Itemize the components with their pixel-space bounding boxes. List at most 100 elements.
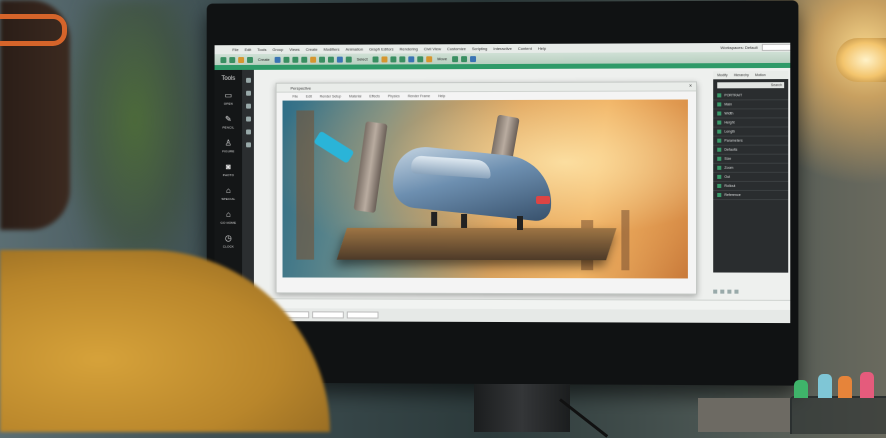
- sidebar-item-figure[interactable]: ♙ FIGURE: [215, 139, 243, 153]
- cmd-hierarchy-icon[interactable]: [246, 104, 251, 109]
- play-icon[interactable]: [720, 290, 724, 294]
- viewport-window[interactable]: Perspective × File Edit Render Setup Materi…: [276, 81, 697, 294]
- align-icon[interactable]: [346, 56, 352, 62]
- properties-rows: PORTRAIT Main Width Height Length Parameters D…: [713, 91, 788, 200]
- property-row[interactable]: Size: [713, 155, 788, 164]
- home-icon: ⌂: [226, 211, 231, 219]
- viewport-tab[interactable]: Physics: [388, 94, 400, 98]
- undo-icon[interactable]: [220, 57, 226, 63]
- end-frame-icon[interactable]: [734, 290, 738, 294]
- cmd-display-icon[interactable]: [246, 129, 251, 134]
- toolbar-move-label[interactable]: Move: [435, 56, 449, 61]
- property-row[interactable]: Zoom: [713, 164, 788, 173]
- render-setup-icon[interactable]: [408, 56, 414, 62]
- sidebar-item-clock[interactable]: ◷ CLOCK: [215, 235, 243, 249]
- menu-item[interactable]: Content: [518, 46, 532, 51]
- cmd-create-icon[interactable]: [246, 78, 251, 83]
- sidebar-item-label: OPEN: [224, 102, 233, 106]
- viewport-tab[interactable]: Effects: [369, 94, 380, 98]
- desk-box: [698, 398, 790, 432]
- material-editor-icon[interactable]: [399, 56, 405, 62]
- viewport-tab[interactable]: Render Frame: [408, 94, 430, 98]
- sidebar-item-open[interactable]: ▭ OPEN: [215, 92, 243, 106]
- menu-item[interactable]: Group: [272, 47, 283, 52]
- select-region-icon[interactable]: [284, 56, 290, 62]
- menu-item[interactable]: Animation: [345, 47, 363, 52]
- property-row[interactable]: Length: [713, 127, 788, 136]
- prev-frame-icon[interactable]: [713, 290, 717, 294]
- curve-editor-icon[interactable]: [382, 56, 388, 62]
- workspace-field[interactable]: [762, 44, 790, 51]
- menu-item[interactable]: Help: [538, 46, 546, 51]
- viewport-tab[interactable]: Material: [349, 94, 361, 98]
- row-swatch-icon: [717, 166, 721, 170]
- menu-item[interactable]: Views: [289, 47, 299, 52]
- layer-icon[interactable]: [373, 56, 379, 62]
- menu-item[interactable]: Graph Editors: [369, 46, 394, 51]
- sidebar-item-special[interactable]: ⌂ SPECIAL: [215, 187, 243, 201]
- extra-tool-2-icon[interactable]: [461, 56, 467, 62]
- render-viewport[interactable]: [283, 99, 688, 278]
- select-icon[interactable]: [275, 56, 281, 62]
- scale-icon[interactable]: [310, 56, 316, 62]
- camera-icon: ◙: [226, 163, 231, 171]
- rotate-icon[interactable]: [301, 56, 307, 62]
- y-coordinate-field[interactable]: [312, 311, 344, 318]
- close-icon[interactable]: ×: [689, 83, 696, 89]
- property-row[interactable]: Width: [713, 109, 788, 118]
- sidebar-item-pencil[interactable]: ✎ PENCIL: [215, 116, 243, 130]
- menu-item[interactable]: Rendering: [400, 46, 418, 51]
- property-row[interactable]: Main: [713, 100, 788, 109]
- tab-hierarchy[interactable]: Hierarchy: [734, 73, 749, 77]
- schematic-icon[interactable]: [391, 56, 397, 62]
- menu-item[interactable]: Edit: [245, 47, 252, 52]
- viewport-tab[interactable]: File: [292, 94, 298, 98]
- row-swatch-icon: [717, 121, 721, 125]
- cmd-utilities-icon[interactable]: [246, 142, 251, 147]
- tab-modify[interactable]: Modify: [717, 73, 727, 77]
- properties-search[interactable]: Search: [717, 82, 784, 88]
- menu-item[interactable]: Modifiers: [323, 47, 339, 52]
- z-coordinate-field[interactable]: [347, 311, 379, 318]
- marker-pink: [860, 372, 874, 398]
- render-icon[interactable]: [426, 56, 432, 62]
- angle-snap-icon[interactable]: [328, 56, 334, 62]
- link-icon[interactable]: [238, 57, 244, 63]
- property-row[interactable]: Reference: [713, 191, 788, 200]
- viewport-tab[interactable]: Edit: [306, 94, 312, 98]
- property-row[interactable]: Defaults: [713, 146, 788, 155]
- cmd-motion-icon[interactable]: [246, 117, 251, 122]
- marker-green: [794, 380, 808, 398]
- property-row[interactable]: Out: [713, 173, 788, 182]
- render-frame-icon[interactable]: [417, 56, 423, 62]
- mirror-icon[interactable]: [337, 56, 343, 62]
- extra-tool-3-icon[interactable]: [470, 56, 476, 62]
- menu-item[interactable]: Create: [306, 47, 318, 52]
- toolbar-select-label[interactable]: Select: [355, 57, 370, 62]
- extra-tool-icon[interactable]: [452, 56, 458, 62]
- next-frame-icon[interactable]: [727, 290, 731, 294]
- menu-item[interactable]: Civil View: [424, 46, 441, 51]
- property-row[interactable]: Rollout: [713, 182, 788, 191]
- sidebar-item-label: CLOCK: [223, 245, 234, 249]
- viewport-tab[interactable]: Render Setup: [320, 94, 341, 98]
- toolbar-create-label[interactable]: Create: [256, 57, 272, 62]
- sidebar-item-photo[interactable]: ◙ PHOTO: [215, 163, 243, 177]
- snap-icon[interactable]: [319, 56, 325, 62]
- property-row[interactable]: Height: [713, 118, 788, 127]
- property-row[interactable]: PORTRAIT: [713, 91, 788, 100]
- menu-item[interactable]: Interactive: [493, 46, 511, 51]
- tab-motion[interactable]: Motion: [755, 73, 766, 77]
- menu-item[interactable]: Scripting: [472, 46, 488, 51]
- menu-item[interactable]: Tools: [257, 47, 266, 52]
- unlink-icon[interactable]: [247, 56, 253, 62]
- property-row[interactable]: Parameters: [713, 137, 788, 146]
- viewport-tab[interactable]: Help: [438, 94, 445, 98]
- menu-item[interactable]: File: [232, 47, 238, 52]
- menu-item[interactable]: Customize: [447, 46, 466, 51]
- cmd-modify-icon[interactable]: [246, 91, 251, 96]
- sidebar-item-home[interactable]: ⌂ GO HOME: [215, 211, 243, 225]
- clock-icon: ◷: [225, 235, 232, 243]
- redo-icon[interactable]: [229, 57, 235, 63]
- move-icon[interactable]: [292, 56, 298, 62]
